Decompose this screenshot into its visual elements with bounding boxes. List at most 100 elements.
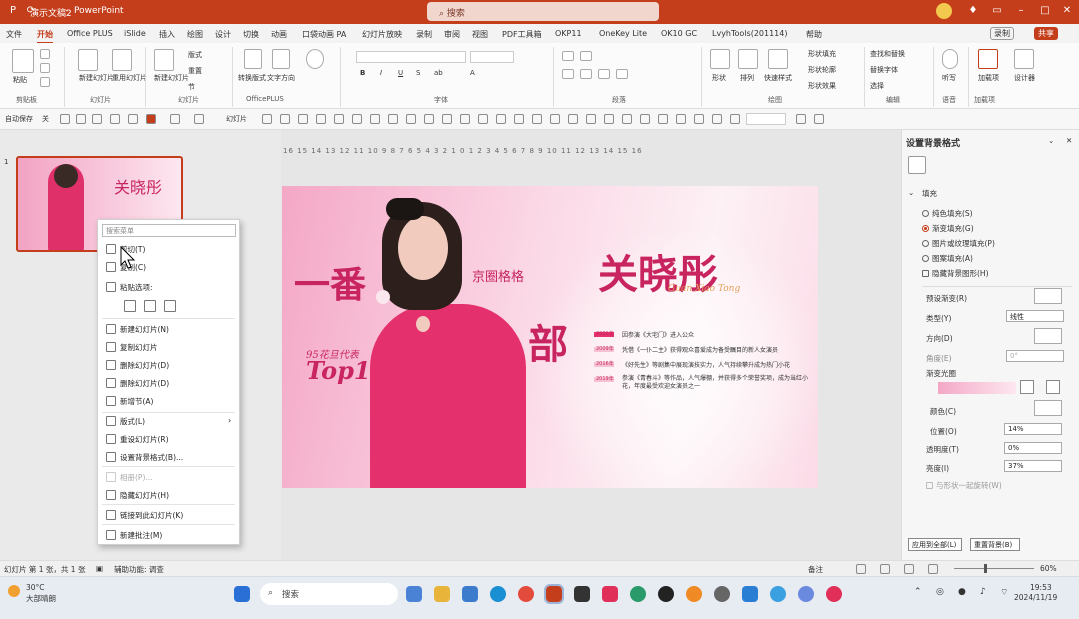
shape-fill-button[interactable]: 形状填充: [808, 49, 836, 59]
rotate-checkbox[interactable]: 与形状一起旋转(W): [926, 480, 1002, 491]
tab-transitions[interactable]: 切换: [243, 29, 259, 40]
qat-tool-2-icon[interactable]: [280, 114, 290, 124]
align-left-icon[interactable]: [562, 69, 574, 79]
paste-picture-icon[interactable]: [144, 300, 156, 312]
network-icon[interactable]: ⌔: [1000, 587, 1008, 598]
copy-icon[interactable]: [40, 63, 50, 73]
autosave-toggle[interactable]: 关: [42, 114, 49, 124]
taskbar-search[interactable]: ⌕ 搜索: [260, 583, 398, 605]
qat-tool-23-icon[interactable]: [658, 114, 668, 124]
qat-tool-8-icon[interactable]: [388, 114, 398, 124]
reading-view-icon[interactable]: [904, 564, 914, 574]
taskbar-app-9-icon[interactable]: [630, 586, 646, 602]
tab-office-plus[interactable]: Office PLUS: [67, 29, 113, 38]
italic-icon[interactable]: I: [380, 69, 382, 77]
menu-delete-slide[interactable]: 删除幻灯片(D): [106, 360, 169, 371]
notes-button[interactable]: 备注: [808, 564, 823, 575]
share-button[interactable]: 共享: [1034, 27, 1058, 40]
zoom-slider[interactable]: [954, 568, 1034, 569]
tab-design[interactable]: 设计: [215, 29, 231, 40]
zoom-thumb[interactable]: [984, 564, 987, 573]
chrome-icon[interactable]: [518, 586, 534, 602]
qat-tool-6-icon[interactable]: [352, 114, 362, 124]
qat-tool-19-icon[interactable]: [586, 114, 596, 124]
qat-tool-29-icon[interactable]: [814, 114, 824, 124]
qat-dropdown[interactable]: [746, 113, 786, 125]
settings-icon[interactable]: [714, 586, 730, 602]
replace-button[interactable]: 替换字体: [870, 65, 898, 75]
taskbar-app-10-icon[interactable]: [658, 586, 674, 602]
quick-styles-button[interactable]: 快速样式: [764, 73, 792, 83]
tab-review[interactable]: 审阅: [444, 29, 460, 40]
text-direction-button[interactable]: 文字方向: [267, 73, 295, 83]
qat-tool-25-icon[interactable]: [694, 114, 704, 124]
angle-spinner[interactable]: 0°: [1006, 350, 1064, 362]
tray-app-icon[interactable]: ●: [958, 587, 966, 597]
chevron-down-icon[interactable]: ⌄: [1048, 136, 1054, 145]
taskbar-app-8-icon[interactable]: [602, 586, 618, 602]
fill-solid-radio[interactable]: 纯色填充(S): [922, 208, 973, 219]
fill-bucket-icon[interactable]: [908, 156, 926, 174]
tab-ok10[interactable]: OK10 GC: [661, 29, 697, 38]
strikethrough-icon[interactable]: S: [416, 69, 420, 77]
taskbar-app-11-icon[interactable]: [686, 586, 702, 602]
record-button[interactable]: 录制: [990, 27, 1014, 40]
taskbar-app-14-icon[interactable]: [770, 586, 786, 602]
menu-delete-slide-2[interactable]: 删除幻灯片(D): [106, 378, 169, 389]
qat-tool-15-icon[interactable]: [514, 114, 524, 124]
layout-button[interactable]: 版式: [188, 50, 202, 60]
weather-temp[interactable]: 30°C: [26, 583, 45, 592]
qat-tool-17-icon[interactable]: [550, 114, 560, 124]
accessibility-icon[interactable]: ▣: [96, 564, 103, 573]
designer2-icon[interactable]: [1014, 49, 1034, 69]
convert-design-icon[interactable]: [244, 49, 262, 69]
taskbar-app-15-icon[interactable]: [798, 586, 814, 602]
crop-icon[interactable]: [170, 114, 180, 124]
qat-tool-13-icon[interactable]: [478, 114, 488, 124]
qat-tool-11-icon[interactable]: [442, 114, 452, 124]
maximize-icon[interactable]: □: [1038, 5, 1052, 19]
paste-text-icon[interactable]: [164, 300, 176, 312]
add-stop-icon[interactable]: [1020, 380, 1034, 394]
qat-tool-21-icon[interactable]: [622, 114, 632, 124]
arrange-button[interactable]: 排列: [740, 73, 754, 83]
taskbar-app-13-icon[interactable]: [742, 586, 758, 602]
shapes-icon[interactable]: [710, 49, 730, 69]
tab-okp[interactable]: OKP11: [555, 29, 582, 38]
tab-file[interactable]: 文件: [6, 29, 22, 40]
undo2-icon[interactable]: [194, 114, 204, 124]
fill-pattern-radio[interactable]: 图案填充(A): [922, 253, 973, 264]
menu-layout[interactable]: 版式(L): [106, 416, 145, 427]
normal-view-icon[interactable]: [856, 564, 866, 574]
section-collapse-icon[interactable]: ⌄: [908, 188, 914, 197]
reuse-slide-icon[interactable]: [112, 49, 132, 71]
shapes-button[interactable]: 形状: [712, 73, 726, 83]
shape-outline-button[interactable]: 形状轮廓: [808, 65, 836, 75]
add-ins-button[interactable]: 加载项: [978, 73, 999, 83]
convert-design-button[interactable]: 转换版式: [238, 73, 266, 83]
qat-tool-16-icon[interactable]: [532, 114, 542, 124]
qat-tool-18-icon[interactable]: [568, 114, 578, 124]
tab-animations[interactable]: 动画: [271, 29, 287, 40]
qat-tool-20-icon[interactable]: [604, 114, 614, 124]
menu-duplicate-slide[interactable]: 复制幻灯片: [106, 342, 158, 353]
minimize-icon[interactable]: –: [1014, 5, 1028, 19]
fill-color-icon[interactable]: [146, 114, 156, 124]
align-right-icon[interactable]: [598, 69, 610, 79]
format-painter-icon[interactable]: [40, 77, 50, 87]
qat-tool-27-icon[interactable]: [730, 114, 740, 124]
qat-tool-28-icon[interactable]: [796, 114, 806, 124]
reuse-slide-button[interactable]: 重用幻灯片: [112, 73, 147, 83]
reset-background-button[interactable]: 重置背景(B): [970, 538, 1020, 551]
tray-chevron-icon[interactable]: ⌃: [914, 587, 922, 597]
taskbar-app-1-icon[interactable]: [406, 586, 422, 602]
apply-all-button[interactable]: 应用到全部(L): [908, 538, 962, 551]
menu-hide-slide[interactable]: 隐藏幻灯片(H): [106, 490, 169, 501]
edge-icon[interactable]: [490, 586, 506, 602]
start-icon[interactable]: [234, 586, 250, 602]
menu-search-input[interactable]: 搜索菜单: [102, 224, 236, 237]
gradient-stops-bar[interactable]: [938, 382, 1016, 394]
add-ins-icon[interactable]: [978, 49, 998, 69]
align-center-icon[interactable]: [580, 69, 592, 79]
microphone-icon[interactable]: [942, 49, 958, 69]
